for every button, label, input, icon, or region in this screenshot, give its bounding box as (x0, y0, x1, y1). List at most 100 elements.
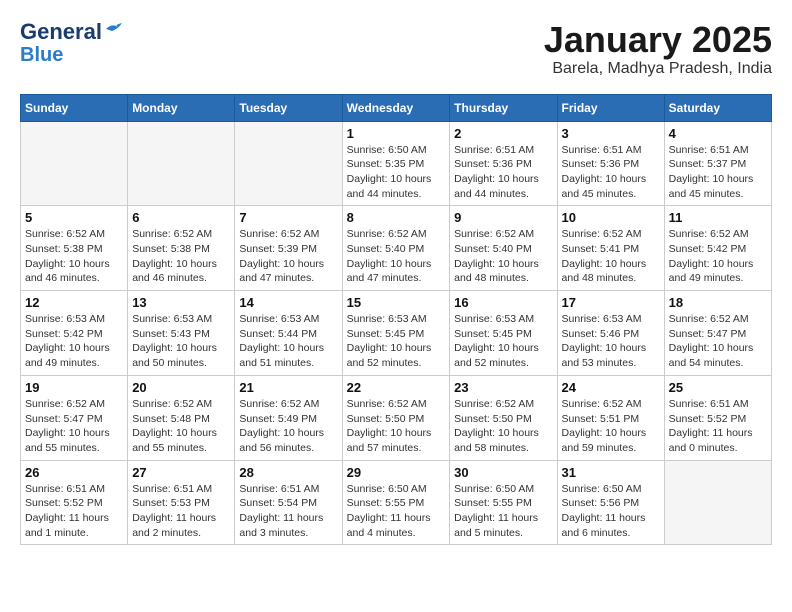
calendar-week-3: 12 Sunrise: 6:53 AM Sunset: 5:42 PM Dayli… (21, 291, 772, 376)
calendar-week-1: 1 Sunrise: 6:50 AM Sunset: 5:35 PM Daylig… (21, 121, 772, 206)
day-info: Sunrise: 6:52 AM Sunset: 5:50 PM Dayligh… (454, 397, 552, 456)
calendar-cell: 30 Sunrise: 6:50 AM Sunset: 5:55 PM Dayli… (450, 460, 557, 545)
col-header-thursday: Thursday (450, 94, 557, 121)
day-info: Sunrise: 6:52 AM Sunset: 5:48 PM Dayligh… (132, 397, 230, 456)
col-header-monday: Monday (128, 94, 235, 121)
calendar-cell: 10 Sunrise: 6:52 AM Sunset: 5:41 PM Dayli… (557, 206, 664, 291)
calendar-cell: 17 Sunrise: 6:53 AM Sunset: 5:46 PM Dayli… (557, 291, 664, 376)
day-info: Sunrise: 6:50 AM Sunset: 5:55 PM Dayligh… (347, 482, 446, 541)
day-number: 9 (454, 210, 552, 225)
calendar-cell: 5 Sunrise: 6:52 AM Sunset: 5:38 PM Daylig… (21, 206, 128, 291)
day-number: 25 (669, 380, 767, 395)
calendar-cell (128, 121, 235, 206)
day-number: 8 (347, 210, 446, 225)
day-info: Sunrise: 6:52 AM Sunset: 5:49 PM Dayligh… (239, 397, 337, 456)
calendar-week-5: 26 Sunrise: 6:51 AM Sunset: 5:52 PM Dayli… (21, 460, 772, 545)
day-info: Sunrise: 6:52 AM Sunset: 5:38 PM Dayligh… (25, 227, 123, 286)
day-info: Sunrise: 6:52 AM Sunset: 5:51 PM Dayligh… (562, 397, 660, 456)
day-number: 23 (454, 380, 552, 395)
day-info: Sunrise: 6:53 AM Sunset: 5:45 PM Dayligh… (347, 312, 446, 371)
day-info: Sunrise: 6:52 AM Sunset: 5:39 PM Dayligh… (239, 227, 337, 286)
day-number: 21 (239, 380, 337, 395)
day-number: 19 (25, 380, 123, 395)
day-info: Sunrise: 6:53 AM Sunset: 5:43 PM Dayligh… (132, 312, 230, 371)
day-info: Sunrise: 6:51 AM Sunset: 5:36 PM Dayligh… (562, 143, 660, 202)
day-number: 5 (25, 210, 123, 225)
day-number: 4 (669, 126, 767, 141)
calendar-cell: 4 Sunrise: 6:51 AM Sunset: 5:37 PM Daylig… (664, 121, 771, 206)
calendar-cell (21, 121, 128, 206)
day-info: Sunrise: 6:51 AM Sunset: 5:36 PM Dayligh… (454, 143, 552, 202)
day-number: 7 (239, 210, 337, 225)
col-header-wednesday: Wednesday (342, 94, 450, 121)
calendar-table: SundayMondayTuesdayWednesdayThursdayFrid… (20, 94, 772, 546)
logo: General Blue (20, 20, 126, 66)
day-number: 11 (669, 210, 767, 225)
day-info: Sunrise: 6:52 AM Sunset: 5:41 PM Dayligh… (562, 227, 660, 286)
day-info: Sunrise: 6:52 AM Sunset: 5:50 PM Dayligh… (347, 397, 446, 456)
day-number: 12 (25, 295, 123, 310)
calendar-cell: 1 Sunrise: 6:50 AM Sunset: 5:35 PM Daylig… (342, 121, 450, 206)
col-header-friday: Friday (557, 94, 664, 121)
day-info: Sunrise: 6:53 AM Sunset: 5:42 PM Dayligh… (25, 312, 123, 371)
calendar-cell: 31 Sunrise: 6:50 AM Sunset: 5:56 PM Dayli… (557, 460, 664, 545)
day-info: Sunrise: 6:51 AM Sunset: 5:54 PM Dayligh… (239, 482, 337, 541)
day-info: Sunrise: 6:52 AM Sunset: 5:47 PM Dayligh… (25, 397, 123, 456)
day-info: Sunrise: 6:52 AM Sunset: 5:40 PM Dayligh… (454, 227, 552, 286)
day-number: 17 (562, 295, 660, 310)
day-info: Sunrise: 6:53 AM Sunset: 5:46 PM Dayligh… (562, 312, 660, 371)
bird-icon (104, 21, 126, 39)
day-info: Sunrise: 6:50 AM Sunset: 5:35 PM Dayligh… (347, 143, 446, 202)
day-headers: SundayMondayTuesdayWednesdayThursdayFrid… (21, 94, 772, 121)
day-number: 16 (454, 295, 552, 310)
calendar-cell (235, 121, 342, 206)
day-number: 31 (562, 465, 660, 480)
calendar-cell: 21 Sunrise: 6:52 AM Sunset: 5:49 PM Dayli… (235, 375, 342, 460)
day-info: Sunrise: 6:53 AM Sunset: 5:44 PM Dayligh… (239, 312, 337, 371)
calendar-cell: 18Sunrise: 6:52 AM Sunset: 5:47 PM Dayli… (664, 291, 771, 376)
calendar-cell: 27 Sunrise: 6:51 AM Sunset: 5:53 PM Dayli… (128, 460, 235, 545)
calendar-cell: 3Sunrise: 6:51 AM Sunset: 5:36 PM Daylig… (557, 121, 664, 206)
calendar-cell: 23 Sunrise: 6:52 AM Sunset: 5:50 PM Dayli… (450, 375, 557, 460)
location: Barela, Madhya Pradesh, India (544, 60, 772, 78)
calendar-cell: 19 Sunrise: 6:52 AM Sunset: 5:47 PM Dayli… (21, 375, 128, 460)
day-info: Sunrise: 6:50 AM Sunset: 5:55 PM Dayligh… (454, 482, 552, 541)
day-info: Sunrise: 6:51 AM Sunset: 5:52 PM Dayligh… (669, 397, 767, 456)
day-info: Sunrise: 6:53 AM Sunset: 5:45 PM Dayligh… (454, 312, 552, 371)
day-number: 20 (132, 380, 230, 395)
day-info: Sunrise: 6:52 AM Sunset: 5:42 PM Dayligh… (669, 227, 767, 286)
day-number: 29 (347, 465, 446, 480)
page-header: General Blue January 2025 Barela, Madhya… (20, 20, 772, 78)
calendar-cell: 25 Sunrise: 6:51 AM Sunset: 5:52 PM Dayli… (664, 375, 771, 460)
calendar-cell: 16 Sunrise: 6:53 AM Sunset: 5:45 PM Dayli… (450, 291, 557, 376)
day-number: 6 (132, 210, 230, 225)
day-number: 30 (454, 465, 552, 480)
day-info: Sunrise: 6:51 AM Sunset: 5:37 PM Dayligh… (669, 143, 767, 202)
calendar-cell: 6Sunrise: 6:52 AM Sunset: 5:38 PM Daylig… (128, 206, 235, 291)
calendar-cell: 8 Sunrise: 6:52 AM Sunset: 5:40 PM Daylig… (342, 206, 450, 291)
day-number: 27 (132, 465, 230, 480)
calendar-cell: 26 Sunrise: 6:51 AM Sunset: 5:52 PM Dayli… (21, 460, 128, 545)
calendar-cell: 24 Sunrise: 6:52 AM Sunset: 5:51 PM Dayli… (557, 375, 664, 460)
day-number: 14 (239, 295, 337, 310)
day-number: 15 (347, 295, 446, 310)
logo-blue: Blue (20, 44, 63, 66)
month-title: January 2025 (544, 20, 772, 60)
day-number: 1 (347, 126, 446, 141)
day-number: 24 (562, 380, 660, 395)
day-info: Sunrise: 6:52 AM Sunset: 5:40 PM Dayligh… (347, 227, 446, 286)
day-info: Sunrise: 6:52 AM Sunset: 5:47 PM Dayligh… (669, 312, 767, 371)
day-number: 26 (25, 465, 123, 480)
calendar-week-2: 5 Sunrise: 6:52 AM Sunset: 5:38 PM Daylig… (21, 206, 772, 291)
calendar-cell: 13Sunrise: 6:53 AM Sunset: 5:43 PM Dayli… (128, 291, 235, 376)
calendar-cell: 12 Sunrise: 6:53 AM Sunset: 5:42 PM Dayli… (21, 291, 128, 376)
calendar-cell: 14 Sunrise: 6:53 AM Sunset: 5:44 PM Dayli… (235, 291, 342, 376)
col-header-sunday: Sunday (21, 94, 128, 121)
day-info: Sunrise: 6:51 AM Sunset: 5:52 PM Dayligh… (25, 482, 123, 541)
day-number: 10 (562, 210, 660, 225)
day-info: Sunrise: 6:51 AM Sunset: 5:53 PM Dayligh… (132, 482, 230, 541)
calendar-cell: 9 Sunrise: 6:52 AM Sunset: 5:40 PM Daylig… (450, 206, 557, 291)
day-info: Sunrise: 6:50 AM Sunset: 5:56 PM Dayligh… (562, 482, 660, 541)
calendar-cell: 2Sunrise: 6:51 AM Sunset: 5:36 PM Daylig… (450, 121, 557, 206)
calendar-cell: 15 Sunrise: 6:53 AM Sunset: 5:45 PM Dayli… (342, 291, 450, 376)
